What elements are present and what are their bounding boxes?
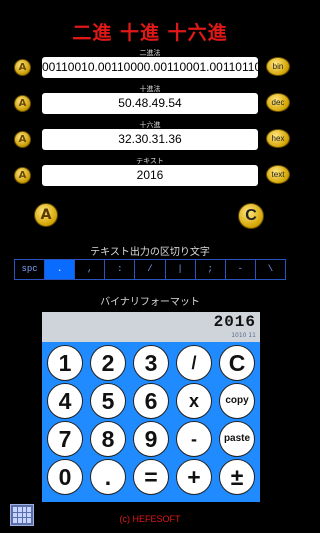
clear-hex-button[interactable]: A: [14, 131, 31, 148]
separator-selector: spc.,: / |; - \: [14, 259, 286, 280]
key-button[interactable]: 0: [47, 459, 83, 495]
key-button[interactable]: =: [133, 459, 169, 495]
binary-field[interactable]: 00110010.00110000.00110001.00110110: [42, 57, 261, 78]
key-button[interactable]: /: [176, 345, 212, 381]
separator-option[interactable]: -: [226, 260, 256, 279]
clear-binary-button[interactable]: A: [14, 59, 31, 76]
calc-display-sub: 1010 11: [231, 332, 256, 339]
separator-option[interactable]: :: [105, 260, 136, 279]
key-button[interactable]: 3: [133, 345, 169, 381]
dec-button[interactable]: dec: [266, 93, 290, 112]
binary-row: 二進法 A 00110010.00110000.00110001.0011011…: [0, 48, 300, 88]
clear-button[interactable]: C: [238, 203, 264, 229]
key-button[interactable]: 1: [47, 345, 83, 381]
bin-button[interactable]: bin: [266, 57, 290, 76]
key-button[interactable]: 7: [47, 421, 83, 457]
key-button[interactable]: x: [176, 383, 212, 419]
separator-option[interactable]: spc: [15, 260, 46, 279]
key-button[interactable]: 8: [90, 421, 126, 457]
hex-row: 十六進 A 32.30.31.36 hex: [0, 120, 300, 160]
clear-decimal-button[interactable]: A: [14, 95, 31, 112]
calc-display: 2016 1010 11: [42, 312, 260, 342]
text-button[interactable]: text: [266, 165, 290, 184]
key-button[interactable]: copy: [219, 383, 255, 419]
keypad-panel: 2016 1010 11 1 2 3/C 4 5 6 x copy 7 8 9- paste 0. = + ±: [42, 312, 260, 502]
key-button[interactable]: 9: [133, 421, 169, 457]
all-clear-button[interactable]: A: [34, 203, 58, 227]
hex-button[interactable]: hex: [266, 129, 290, 148]
separator-option[interactable]: .: [45, 260, 76, 279]
hex-field[interactable]: 32.30.31.36: [42, 129, 258, 150]
binary-format-label: バイナリフォーマット: [100, 297, 200, 308]
separator-option[interactable]: ,: [75, 260, 106, 279]
key-button[interactable]: .: [90, 459, 126, 495]
key-button[interactable]: ±: [219, 459, 255, 495]
key-button[interactable]: -: [176, 421, 212, 457]
separator-label: テキスト出力の区切り文字: [90, 247, 210, 258]
text-field[interactable]: 2016: [42, 165, 258, 186]
footer-credit: (c) HEFESOFT: [119, 514, 181, 524]
key-button[interactable]: 5: [90, 383, 126, 419]
decimal-row: 十進法 A 50.48.49.54 dec: [0, 84, 300, 124]
key-button[interactable]: +: [176, 459, 212, 495]
key-button[interactable]: paste: [219, 421, 255, 457]
key-button[interactable]: 2: [90, 345, 126, 381]
separator-option[interactable]: |: [166, 260, 196, 279]
clear-circle-icon: A: [18, 170, 27, 181]
separator-option[interactable]: \: [256, 260, 285, 279]
clear-circle-icon: A: [18, 98, 27, 109]
clear-circle-icon: A: [18, 62, 27, 73]
key-button[interactable]: 4: [47, 383, 83, 419]
key-button[interactable]: 6: [133, 383, 169, 419]
calc-display-value: 2016: [213, 313, 256, 331]
decimal-field[interactable]: 50.48.49.54: [42, 93, 258, 114]
separator-option[interactable]: ;: [196, 260, 226, 279]
clear-circle-icon: A: [18, 134, 27, 145]
separator-option[interactable]: /: [135, 260, 166, 279]
text-row: テキスト A 2016 text: [0, 156, 300, 196]
key-button[interactable]: C: [219, 345, 255, 381]
app-title: 二進 十進 十六進: [72, 22, 228, 44]
clear-text-button[interactable]: A: [14, 167, 31, 184]
